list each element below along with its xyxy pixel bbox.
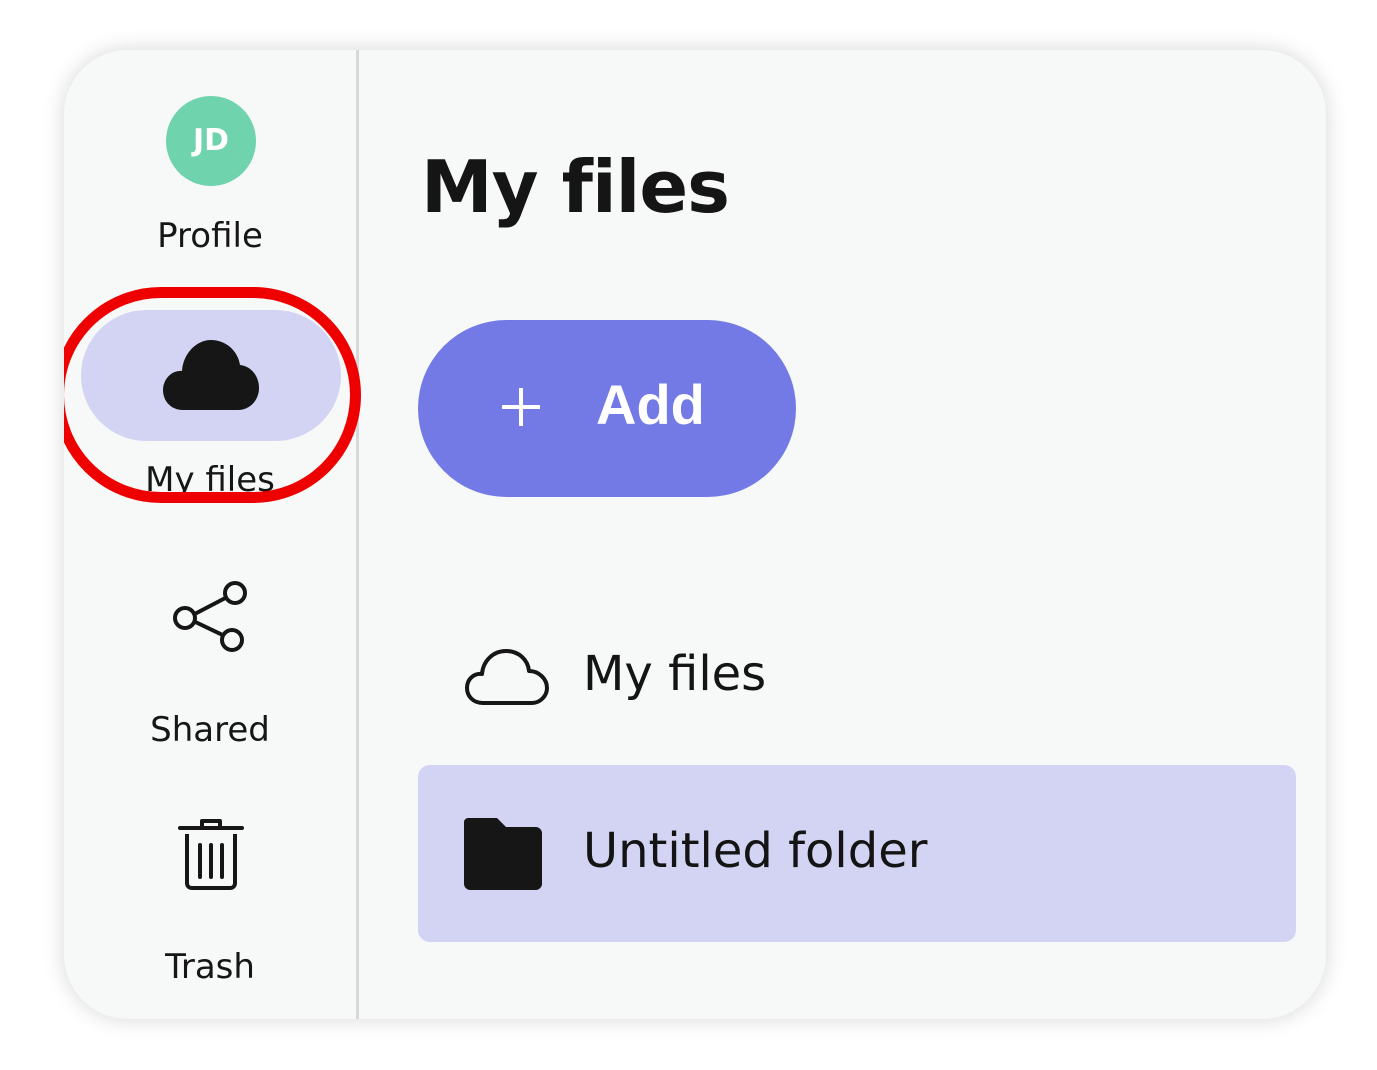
page-title: My files: [421, 145, 730, 229]
cloud-outline-icon: [465, 649, 549, 705]
sidebar-item-trash[interactable]: Trash: [64, 810, 356, 1010]
main-content: My files Add My files Untitled folder: [359, 50, 1326, 1019]
folder-icon: [464, 818, 542, 890]
add-button-label: Add: [596, 373, 705, 436]
sidebar-item-shared[interactable]: Shared: [64, 570, 356, 770]
avatar: JD: [166, 96, 256, 186]
trash-icon: [178, 819, 244, 890]
sidebar-item-label: Shared: [150, 710, 270, 750]
list-item-untitled-folder[interactable]: Untitled folder: [418, 765, 1296, 942]
sidebar: JD Profile My files Shared Trash: [64, 50, 361, 1019]
plus-icon: [502, 388, 540, 426]
list-item-my-files[interactable]: My files: [418, 588, 1296, 765]
highlight-annotation: [64, 287, 361, 503]
sidebar-item-label: Trash: [165, 947, 255, 987]
share-icon: [173, 581, 247, 652]
list-item-label: Untitled folder: [583, 823, 928, 879]
list-item-label: My files: [583, 646, 767, 702]
app-window: JD Profile My files Shared Trash My file…: [64, 50, 1326, 1019]
sidebar-item-profile[interactable]: JD Profile: [64, 50, 356, 270]
sidebar-item-label: Profile: [157, 216, 263, 256]
add-button[interactable]: Add: [418, 320, 796, 497]
